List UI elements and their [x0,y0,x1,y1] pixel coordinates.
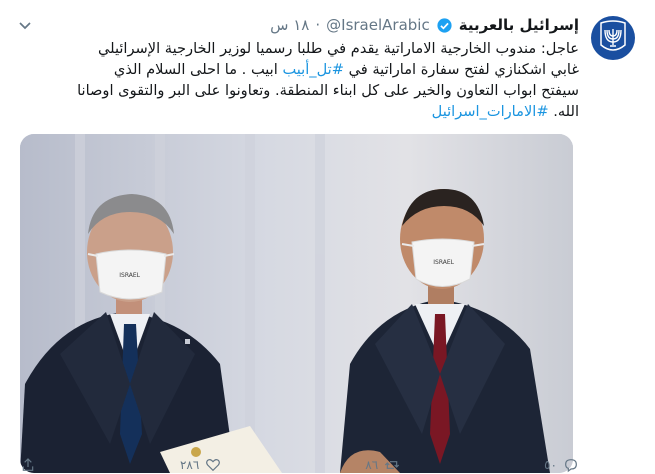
tweet-text-segment: ابيب . ما احلى السلام الذي [113,61,283,78]
tweet-text: عاجل: مندوب الخارجية الاماراتية يقدم في … [14,38,579,122]
tweet-text-segment: غابي اشكنازي لفتح سفارة اماراتية في [343,61,579,78]
avatar[interactable] [591,16,635,60]
share-icon [22,458,34,471]
timestamp[interactable]: ١٨ س [270,16,309,34]
like-button[interactable]: ٢٨٦ [180,456,221,474]
reply-icon [565,459,577,473]
heart-icon [206,458,221,472]
retweet-icon [385,461,400,469]
hashtag-link[interactable]: #تل_أبيب [282,61,344,78]
tweet-photo[interactable]: ISRAEL ISRAEL [20,134,573,473]
tweet-text-line: غابي اشكنازي لفتح سفارة اماراتية في #تل_… [14,59,579,80]
tweet-header: إسرائيل بالعربية @IsraelArabic · ١٨ س [40,14,579,36]
reply-button[interactable]: ٥٠ [544,456,579,474]
chevron-down-icon[interactable] [16,16,34,34]
reply-count: ٥٠ [544,458,557,472]
hashtag-link[interactable]: #الامارات_اسرائيل [432,103,549,120]
separator-dot: · [315,16,321,34]
verified-badge-icon [436,17,453,34]
photo-scene: ISRAEL ISRAEL [20,134,573,473]
display-name[interactable]: إسرائيل بالعربية [459,16,579,34]
user-handle[interactable]: @IsraelArabic [326,16,430,34]
tweet-text-line: الله. #الامارات_اسرائيل [14,101,579,122]
tweet-text-line: عاجل: مندوب الخارجية الاماراتية يقدم في … [97,40,579,57]
tweet-text-segment: الله. [548,103,579,120]
mask-label: ISRAEL [119,272,140,279]
tweet-actions: ٥٠ ٨٦ ٢٨٦ [20,456,579,474]
retweet-button[interactable]: ٨٦ [365,456,400,474]
share-button[interactable] [20,456,36,474]
retweet-count: ٨٦ [365,458,379,472]
like-count: ٢٨٦ [179,458,200,472]
mask-label: ISRAEL [433,259,454,266]
tweet[interactable]: إسرائيل بالعربية @IsraelArabic · ١٨ س عا… [0,0,655,473]
tweet-text-line: سيفتح ابواب التعاون والخير على كل ابناء … [77,82,579,99]
menorah-emblem-icon [600,20,626,51]
